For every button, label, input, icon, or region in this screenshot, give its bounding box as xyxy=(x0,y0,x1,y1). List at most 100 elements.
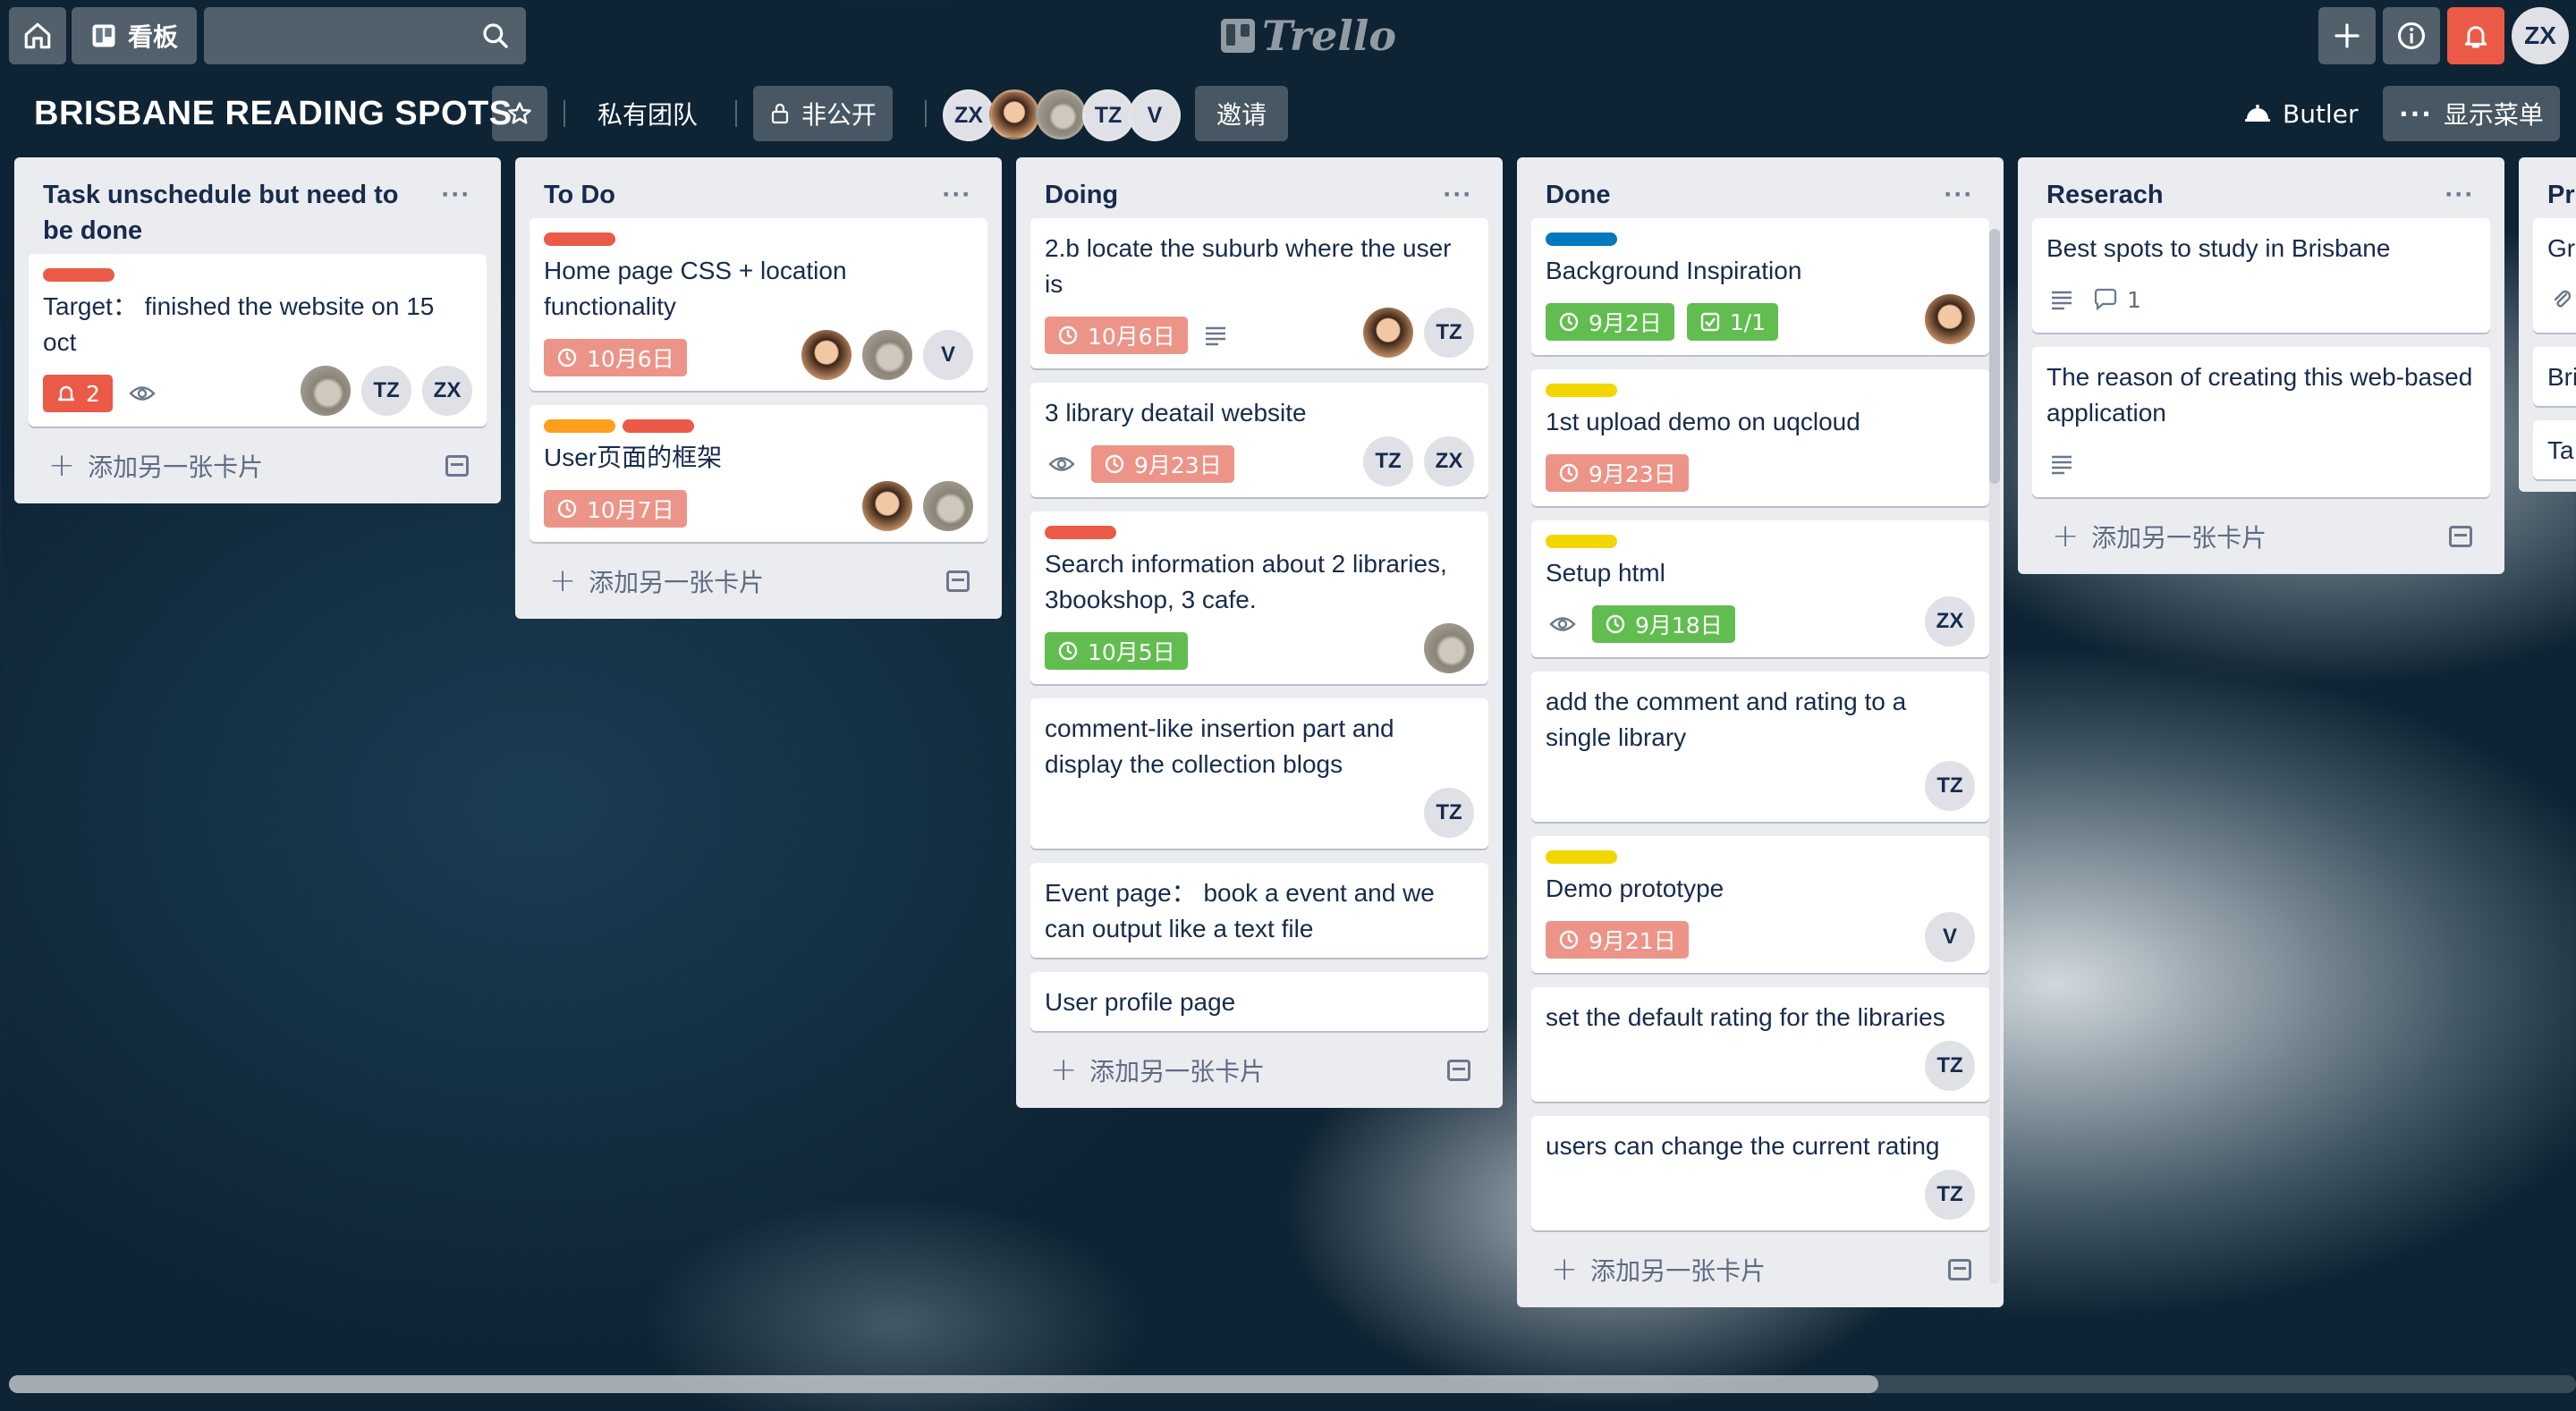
card[interactable]: set the default rating for the libraries… xyxy=(1531,987,1989,1102)
info-button[interactable] xyxy=(2383,7,2440,64)
list-scrollbar-thumb[interactable] xyxy=(1989,229,2000,484)
card-template-icon[interactable] xyxy=(1948,1259,1971,1280)
member-avatar[interactable]: TZ xyxy=(1424,788,1474,838)
notifications-button[interactable] xyxy=(2447,7,2504,64)
list-menu-button[interactable]: ··· xyxy=(2435,173,2485,216)
card[interactable]: add the comment and rating to a single l… xyxy=(1531,672,1989,822)
star-button[interactable] xyxy=(492,86,547,141)
member-avatar[interactable]: TZ xyxy=(361,366,411,416)
card[interactable]: Bri xyxy=(2533,347,2576,406)
member-avatar[interactable]: TZ xyxy=(1082,89,1134,141)
card[interactable]: Background Inspiration 9月2日 1/1 xyxy=(1531,218,1989,355)
board-title[interactable]: BRISBANE READING SPOTS xyxy=(34,91,513,136)
card[interactable]: Best spots to study in Brisbane 1 xyxy=(2032,218,2490,333)
visibility-button[interactable]: 非公开 xyxy=(753,86,894,141)
label-blue[interactable] xyxy=(1546,232,1617,246)
due-date-badge[interactable]: 10月7日 xyxy=(544,490,687,528)
card-template-icon[interactable] xyxy=(445,455,469,477)
card[interactable]: The reason of creating this web-based ap… xyxy=(2032,347,2490,497)
list-title[interactable]: Task unschedule but need to be done xyxy=(43,177,415,249)
label-orange[interactable] xyxy=(544,419,615,433)
list-title[interactable]: Doing xyxy=(1045,177,1417,213)
card[interactable]: 2.b locate the suburb where the user is 1… xyxy=(1030,218,1488,368)
list-title[interactable]: Pr xyxy=(2547,177,2575,213)
label-yellow[interactable] xyxy=(1546,850,1617,864)
team-button[interactable]: 私有团队 xyxy=(581,86,714,141)
user-avatar[interactable]: ZX xyxy=(2512,7,2569,64)
list-scrollbar[interactable] xyxy=(1989,229,2000,1284)
due-date-badge[interactable]: 9月23日 xyxy=(1091,445,1234,483)
add-card-button[interactable]: + 添加另一张卡片 xyxy=(2032,511,2490,562)
member-avatar[interactable]: ZX xyxy=(943,89,995,141)
due-date-badge[interactable]: 9月23日 xyxy=(1546,454,1689,492)
home-button[interactable] xyxy=(9,7,66,64)
member-avatar[interactable]: V xyxy=(1925,912,1975,962)
member-avatar[interactable] xyxy=(862,330,912,380)
card[interactable]: Ta xyxy=(2533,420,2576,479)
member-avatar[interactable]: TZ xyxy=(1363,436,1413,486)
member-avatar[interactable] xyxy=(1036,89,1086,139)
invite-button[interactable]: 邀请 xyxy=(1195,86,1288,141)
card[interactable]: Target： finished the website on 15 oct 2 T… xyxy=(29,254,487,427)
search-box[interactable] xyxy=(204,7,526,64)
card[interactable]: User profile page xyxy=(1030,972,1488,1031)
horizontal-scrollbar[interactable] xyxy=(9,1375,2576,1393)
add-card-button[interactable]: + 添加另一张卡片 xyxy=(1030,1045,1488,1095)
member-avatar[interactable]: TZ xyxy=(1925,1170,1975,1220)
create-button[interactable] xyxy=(2318,7,2376,64)
card[interactable]: Home page CSS + location functionality 10… xyxy=(530,218,987,391)
label-yellow[interactable] xyxy=(1546,384,1617,397)
card[interactable]: Gr xyxy=(2533,218,2576,333)
label-red[interactable] xyxy=(1045,526,1116,539)
label-yellow[interactable] xyxy=(1546,535,1617,548)
due-date-badge[interactable]: 9月2日 xyxy=(1546,303,1674,341)
member-avatar[interactable]: TZ xyxy=(1925,1041,1975,1091)
label-red[interactable] xyxy=(544,232,615,246)
show-menu-button[interactable]: ··· 显示菜单 xyxy=(2383,86,2560,141)
list-menu-button[interactable]: ··· xyxy=(431,173,481,216)
member-avatar[interactable]: TZ xyxy=(1424,308,1474,358)
due-date-badge[interactable]: 9月21日 xyxy=(1546,921,1689,959)
card[interactable]: Search information about 2 libraries, 3b… xyxy=(1030,511,1488,684)
list-menu-button[interactable]: ··· xyxy=(932,173,982,216)
label-red[interactable] xyxy=(43,268,114,282)
list-menu-button[interactable]: ··· xyxy=(1433,173,1483,216)
member-avatar[interactable]: ZX xyxy=(1925,596,1975,646)
card[interactable]: 1st upload demo on uqcloud 9月23日 xyxy=(1531,369,1989,506)
member-avatar[interactable]: V xyxy=(923,330,973,380)
due-date-badge[interactable]: 10月5日 xyxy=(1045,632,1188,670)
card[interactable]: 3 library deatail website 9月23日 TZ ZX xyxy=(1030,383,1488,497)
butler-button[interactable]: Butler xyxy=(2227,86,2374,141)
member-avatar[interactable] xyxy=(801,330,852,380)
member-avatar[interactable]: ZX xyxy=(422,366,472,416)
search-input[interactable] xyxy=(204,7,472,64)
member-avatar[interactable] xyxy=(989,89,1039,139)
member-avatar[interactable] xyxy=(1424,623,1474,673)
member-avatar[interactable] xyxy=(1363,308,1413,358)
due-date-badge[interactable]: 9月18日 xyxy=(1592,605,1735,643)
search-icon[interactable] xyxy=(481,21,510,50)
add-card-button[interactable]: + 添加另一张卡片 xyxy=(29,441,487,491)
label-red[interactable] xyxy=(623,419,694,433)
trello-logo[interactable]: Trello xyxy=(1221,11,1396,61)
card[interactable]: User页面的框架 10月7日 xyxy=(530,405,987,542)
member-avatar[interactable] xyxy=(923,481,973,531)
list-title[interactable]: Reserach xyxy=(2046,177,2419,213)
card[interactable]: users can change the current rating TZ xyxy=(1531,1116,1989,1230)
boards-button[interactable]: 看板 xyxy=(72,7,197,64)
add-card-button[interactable]: + 添加另一张卡片 xyxy=(1531,1245,1989,1295)
card[interactable]: Setup html 9月18日 ZX xyxy=(1531,520,1989,657)
member-avatar[interactable] xyxy=(1925,294,1975,344)
due-date-badge[interactable]: 10月6日 xyxy=(1045,317,1188,354)
member-avatar[interactable] xyxy=(301,366,351,416)
list-menu-button[interactable]: ··· xyxy=(1934,173,1984,216)
card-template-icon[interactable] xyxy=(946,570,970,592)
card[interactable]: Event page： book a event and we can outp… xyxy=(1030,863,1488,958)
member-avatar[interactable]: ZX xyxy=(1424,436,1474,486)
member-avatar[interactable]: V xyxy=(1129,89,1181,141)
due-date-badge[interactable]: 10月6日 xyxy=(544,339,687,376)
list-title[interactable]: Done xyxy=(1546,177,1918,213)
horizontal-scrollbar-thumb[interactable] xyxy=(9,1375,1878,1393)
member-avatar[interactable]: TZ xyxy=(1925,761,1975,811)
card-template-icon[interactable] xyxy=(2449,526,2472,547)
